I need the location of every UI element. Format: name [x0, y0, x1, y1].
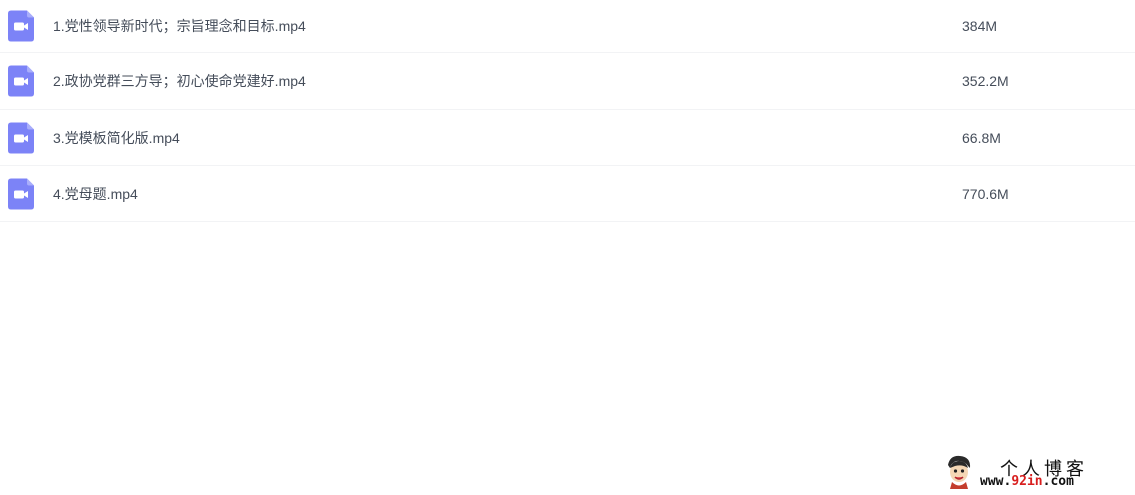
file-size: 66.8M: [962, 129, 1001, 146]
file-size: 384M: [962, 18, 998, 34]
file-size: 352.2M: [962, 73, 1009, 89]
file-name[interactable]: 3.党模板简化版.mp4: [53, 128, 180, 148]
video-file-icon: [8, 10, 34, 42]
watermark-url-suffix: .com: [1042, 474, 1074, 489]
file-row[interactable]: 4.党母题.mp4 770.6M: [0, 166, 1135, 222]
cartoon-avatar-icon: [944, 455, 974, 489]
file-row[interactable]: 3.党模板简化版.mp4 66.8M: [0, 110, 1135, 166]
watermark-url-highlight: 92in: [1011, 474, 1043, 489]
watermark-url: www.92in.com: [980, 474, 1074, 489]
file-row[interactable]: 2.政协党群三方导；初心使命党建好.mp4 352.2M: [0, 53, 1135, 110]
file-name[interactable]: 2.政协党群三方导；初心使命党建好.mp4: [53, 71, 306, 91]
watermark-url-prefix: www.: [980, 474, 1012, 489]
video-file-icon: [8, 178, 34, 209]
file-size: 770.6M: [962, 185, 1009, 202]
file-name[interactable]: 4.党母题.mp4: [53, 184, 138, 204]
file-row[interactable]: 1.党性领导新时代；宗旨理念和目标.mp4 384M: [0, 0, 1135, 53]
file-name[interactable]: 1.党性领导新时代；宗旨理念和目标.mp4: [53, 16, 306, 36]
blog-watermark: 个人博客 www.92in.com: [940, 453, 1130, 491]
file-list: 1.党性领导新时代；宗旨理念和目标.mp4 384M 2.政协党群三方导；初心使…: [0, 0, 1135, 222]
video-file-icon: [8, 122, 34, 153]
video-file-icon: [8, 65, 34, 97]
